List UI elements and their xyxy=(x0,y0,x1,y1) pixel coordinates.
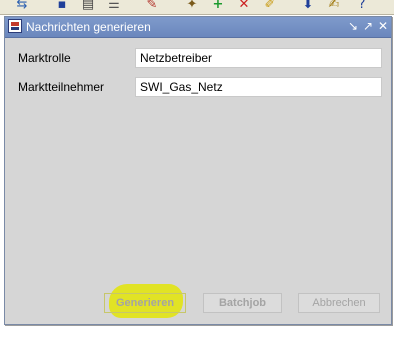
minimize-icon[interactable]: ↘ xyxy=(346,19,360,34)
screen: ⇆ ▪ ▤ ☰ ✎ ✦ + ✕ ✐ ⬇ ✍ ? Nachrichten gene… xyxy=(0,0,394,338)
maximize-icon[interactable]: ↗ xyxy=(361,19,375,34)
brush-icon[interactable]: ✐ xyxy=(262,0,278,13)
wand-icon[interactable]: ✦ xyxy=(184,0,200,13)
delete-icon[interactable]: ✕ xyxy=(236,0,252,13)
abbrechen-button[interactable]: Abbrechen xyxy=(298,293,380,313)
nav-arrows-icon[interactable]: ⇆ xyxy=(14,0,30,13)
close-icon[interactable]: ✕ xyxy=(376,19,390,34)
dialog-titlebar[interactable]: Nachrichten generieren ↘ ↗ ✕ xyxy=(5,17,391,38)
dialog-title: Nachrichten generieren xyxy=(26,20,151,34)
marktrolle-field[interactable] xyxy=(135,48,382,68)
add-icon[interactable]: + xyxy=(210,0,226,13)
marktteilnehmer-label: Marktteilnehmer xyxy=(18,80,105,94)
save-icon[interactable]: ▪ xyxy=(54,0,70,13)
edit-document-icon[interactable]: ✍ xyxy=(326,0,342,13)
marktrolle-label: Marktrolle xyxy=(18,51,71,65)
download-icon[interactable]: ⬇ xyxy=(300,0,316,13)
print-icon[interactable]: ▤ xyxy=(80,0,96,13)
batchjob-button[interactable]: Batchjob xyxy=(203,293,282,313)
dialog-nachrichten-generieren: Nachrichten generieren ↘ ↗ ✕ Marktrolle … xyxy=(4,16,392,325)
marktteilnehmer-field[interactable] xyxy=(135,77,382,97)
app-icon xyxy=(8,19,22,33)
list-icon[interactable]: ☰ xyxy=(106,0,122,13)
generieren-button[interactable]: Generieren xyxy=(104,293,186,313)
edit-tool-icon[interactable]: ✎ xyxy=(144,0,160,13)
toolbar: ⇆ ▪ ▤ ☰ ✎ ✦ + ✕ ✐ ⬇ ✍ ? xyxy=(0,0,394,15)
help-icon[interactable]: ? xyxy=(354,0,370,13)
